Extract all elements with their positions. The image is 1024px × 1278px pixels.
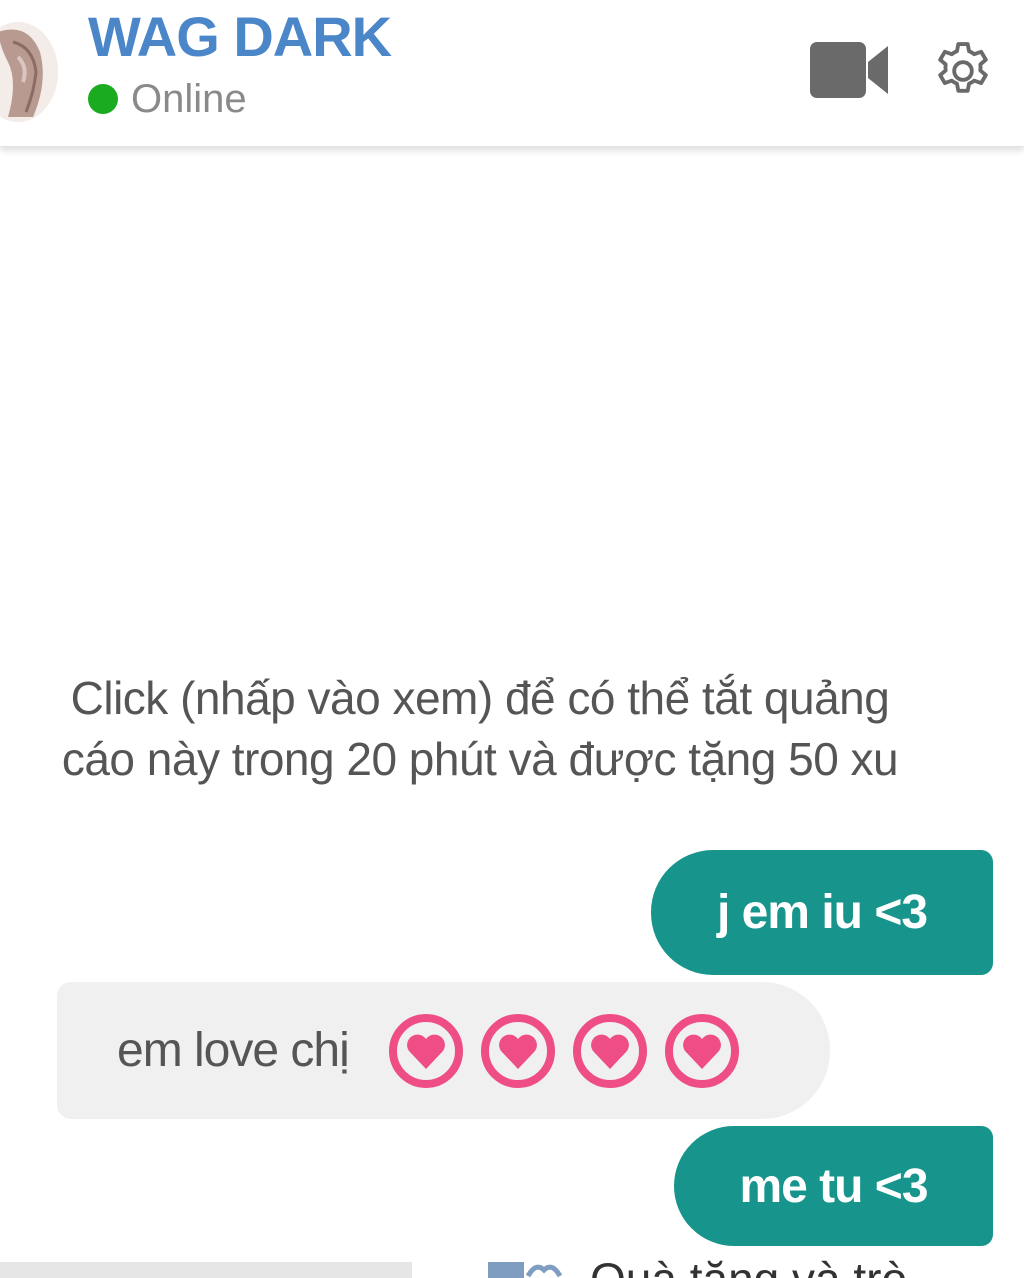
- heart-icon: [388, 1013, 463, 1088]
- message-outgoing: me tu <3: [674, 1126, 993, 1246]
- video-call-button[interactable]: [808, 40, 892, 100]
- heart-icon: [480, 1013, 555, 1088]
- message-outgoing: j em iu <3: [651, 850, 993, 975]
- gift-link[interactable]: Quà tặng và trò: [590, 1254, 907, 1278]
- avatar[interactable]: [0, 22, 58, 122]
- chat-header: WAG DARK Online: [0, 0, 1024, 147]
- contact-name[interactable]: WAG DARK: [88, 4, 392, 70]
- gift-icon[interactable]: [488, 1258, 564, 1278]
- message-incoming: em love chị: [57, 982, 830, 1119]
- settings-button[interactable]: [930, 38, 996, 104]
- message-text: me tu <3: [739, 1159, 928, 1213]
- message-input-edge[interactable]: [0, 1262, 412, 1278]
- online-status-label: Online: [131, 77, 247, 121]
- chat-window: WAG DARK Online Click (nhấp vào xem) để …: [0, 0, 1024, 1278]
- heart-icon: [572, 1013, 647, 1088]
- gear-icon: [938, 42, 988, 93]
- online-status-dot: [88, 84, 118, 114]
- message-text: em love chị: [117, 1024, 350, 1077]
- heart-icon: [664, 1013, 739, 1088]
- emoji-row: [388, 1013, 739, 1088]
- avatar-image: [0, 22, 58, 122]
- message-text: j em iu <3: [716, 886, 928, 939]
- ad-notice[interactable]: Click (nhấp vào xem) để có thể tắt quảng…: [60, 668, 900, 790]
- video-camera-icon: [810, 42, 888, 98]
